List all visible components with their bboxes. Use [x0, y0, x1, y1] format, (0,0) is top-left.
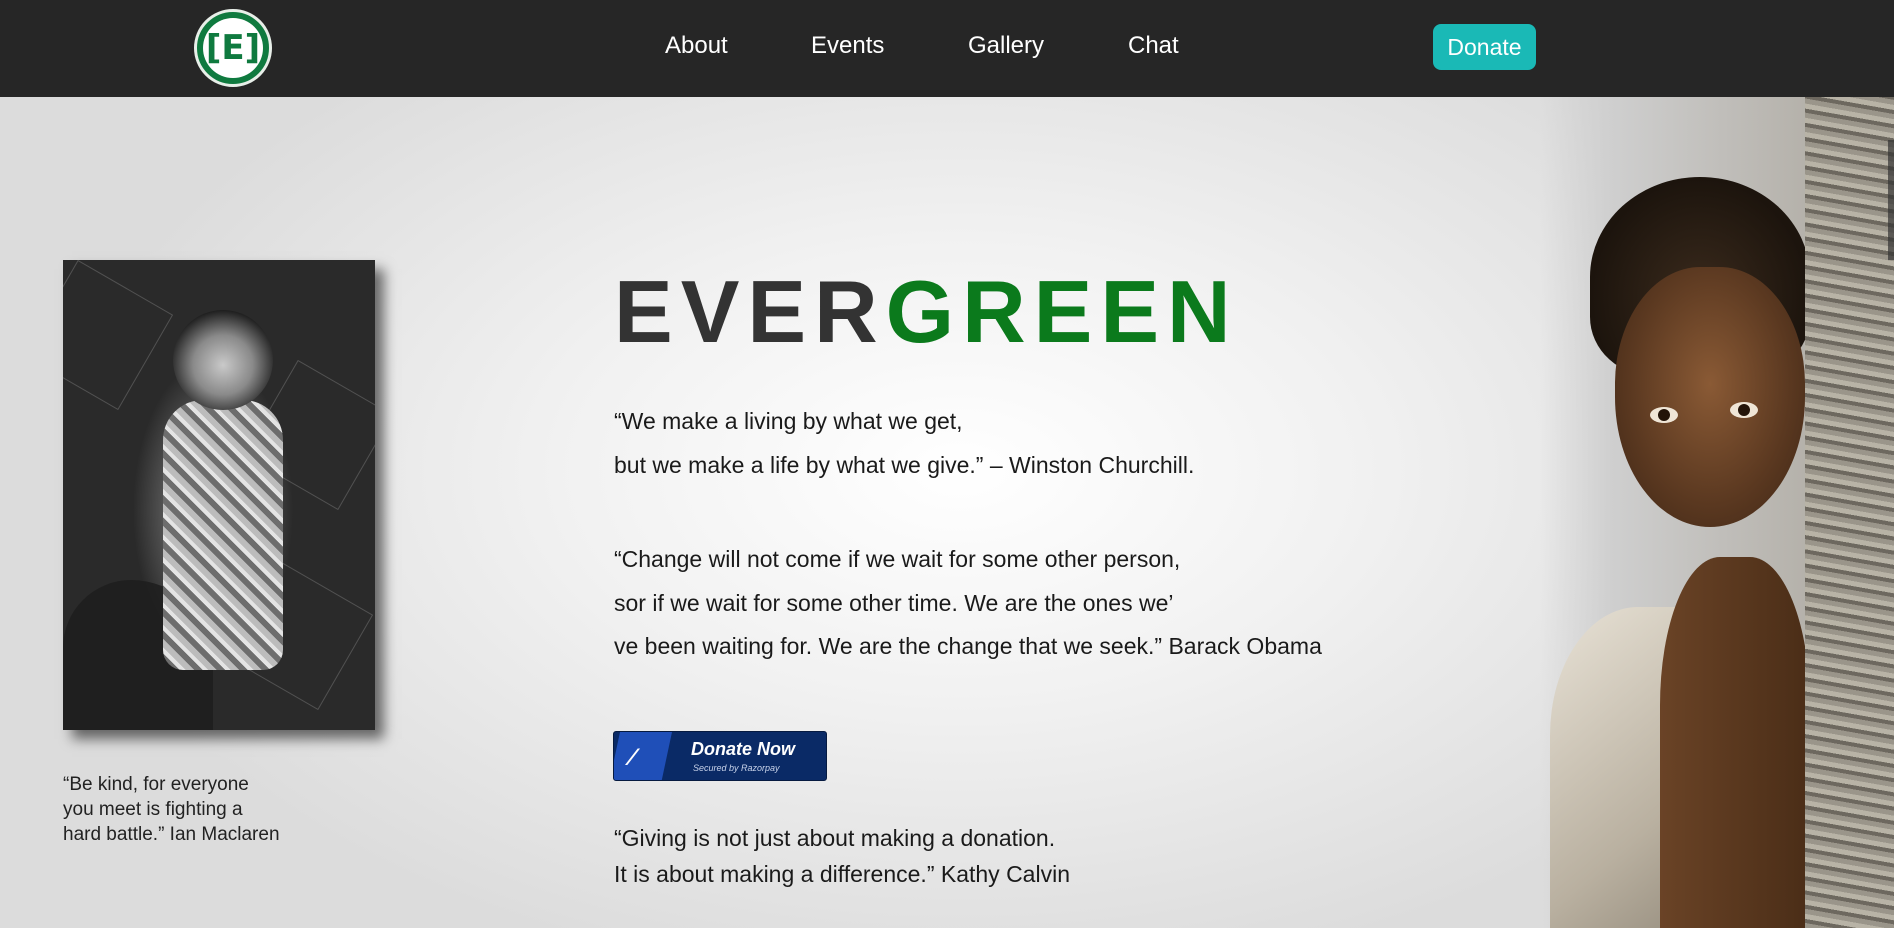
left-quote-line: you meet is fighting a: [63, 799, 243, 820]
child-eye: [1650, 407, 1678, 423]
nav-about[interactable]: About: [665, 32, 728, 60]
razorpay-icon: ⁄: [630, 744, 635, 771]
evergreen-logo[interactable]: [E]: [194, 9, 272, 87]
donate-now-label: Donate Now: [691, 739, 796, 759]
donate-button[interactable]: Donate: [1433, 24, 1536, 70]
quote-line: but we make a life by what we give.” – W…: [614, 451, 1195, 478]
quote-line: “We make a living by what we get,: [614, 408, 963, 434]
razorpay-badge: [614, 732, 672, 780]
quote-line: “Giving is not just about making a donat…: [614, 825, 1056, 851]
left-quote-line: “Be kind, for everyone: [63, 774, 249, 795]
quote-line: sor if we wait for some other time. We a…: [614, 589, 1174, 616]
child-body: [163, 400, 283, 670]
quote-line: ve been waiting for. We are the change t…: [614, 633, 1322, 659]
churchill-quote: “We make a living by what we get, but we…: [614, 400, 1194, 487]
child-photo-right: [1540, 97, 1894, 928]
obama-quote: “Change will not come if we wait for som…: [614, 538, 1322, 669]
child-face: [1615, 267, 1805, 527]
nav-gallery[interactable]: Gallery: [968, 32, 1044, 60]
quote-line: It is about making a difference.” Kathy …: [614, 861, 1070, 887]
nav-chat[interactable]: Chat: [1128, 32, 1179, 60]
child-photo-left: [63, 260, 375, 730]
child-arm: [1660, 557, 1810, 928]
brand-title: EVERGREEN: [614, 262, 1239, 362]
calvin-quote: “Giving is not just about making a donat…: [614, 820, 1070, 892]
left-quote: “Be kind, for everyone you meet is fight…: [63, 772, 323, 847]
left-quote-line: hard battle.” Ian Maclaren: [63, 824, 280, 845]
nav-events[interactable]: Events: [811, 32, 884, 60]
top-navbar: [E] About Events Gallery Chat Donate: [0, 0, 1894, 97]
brand-title-ever: EVER: [614, 262, 886, 361]
tree-trunk: [1805, 97, 1894, 928]
razorpay-donate-now-button[interactable]: ⁄ Donate Now Secured by Razorpay: [613, 731, 827, 781]
child-eye: [1730, 402, 1758, 418]
scrollbar-edge[interactable]: [1888, 140, 1894, 260]
floor-tile: [63, 260, 174, 411]
logo-mark: [E]: [203, 18, 263, 78]
secured-by-label: Secured by Razorpay: [693, 763, 780, 773]
child-head: [173, 310, 273, 410]
brand-title-green: GREEN: [885, 262, 1239, 361]
quote-line: “Change will not come if we wait for som…: [614, 546, 1181, 572]
